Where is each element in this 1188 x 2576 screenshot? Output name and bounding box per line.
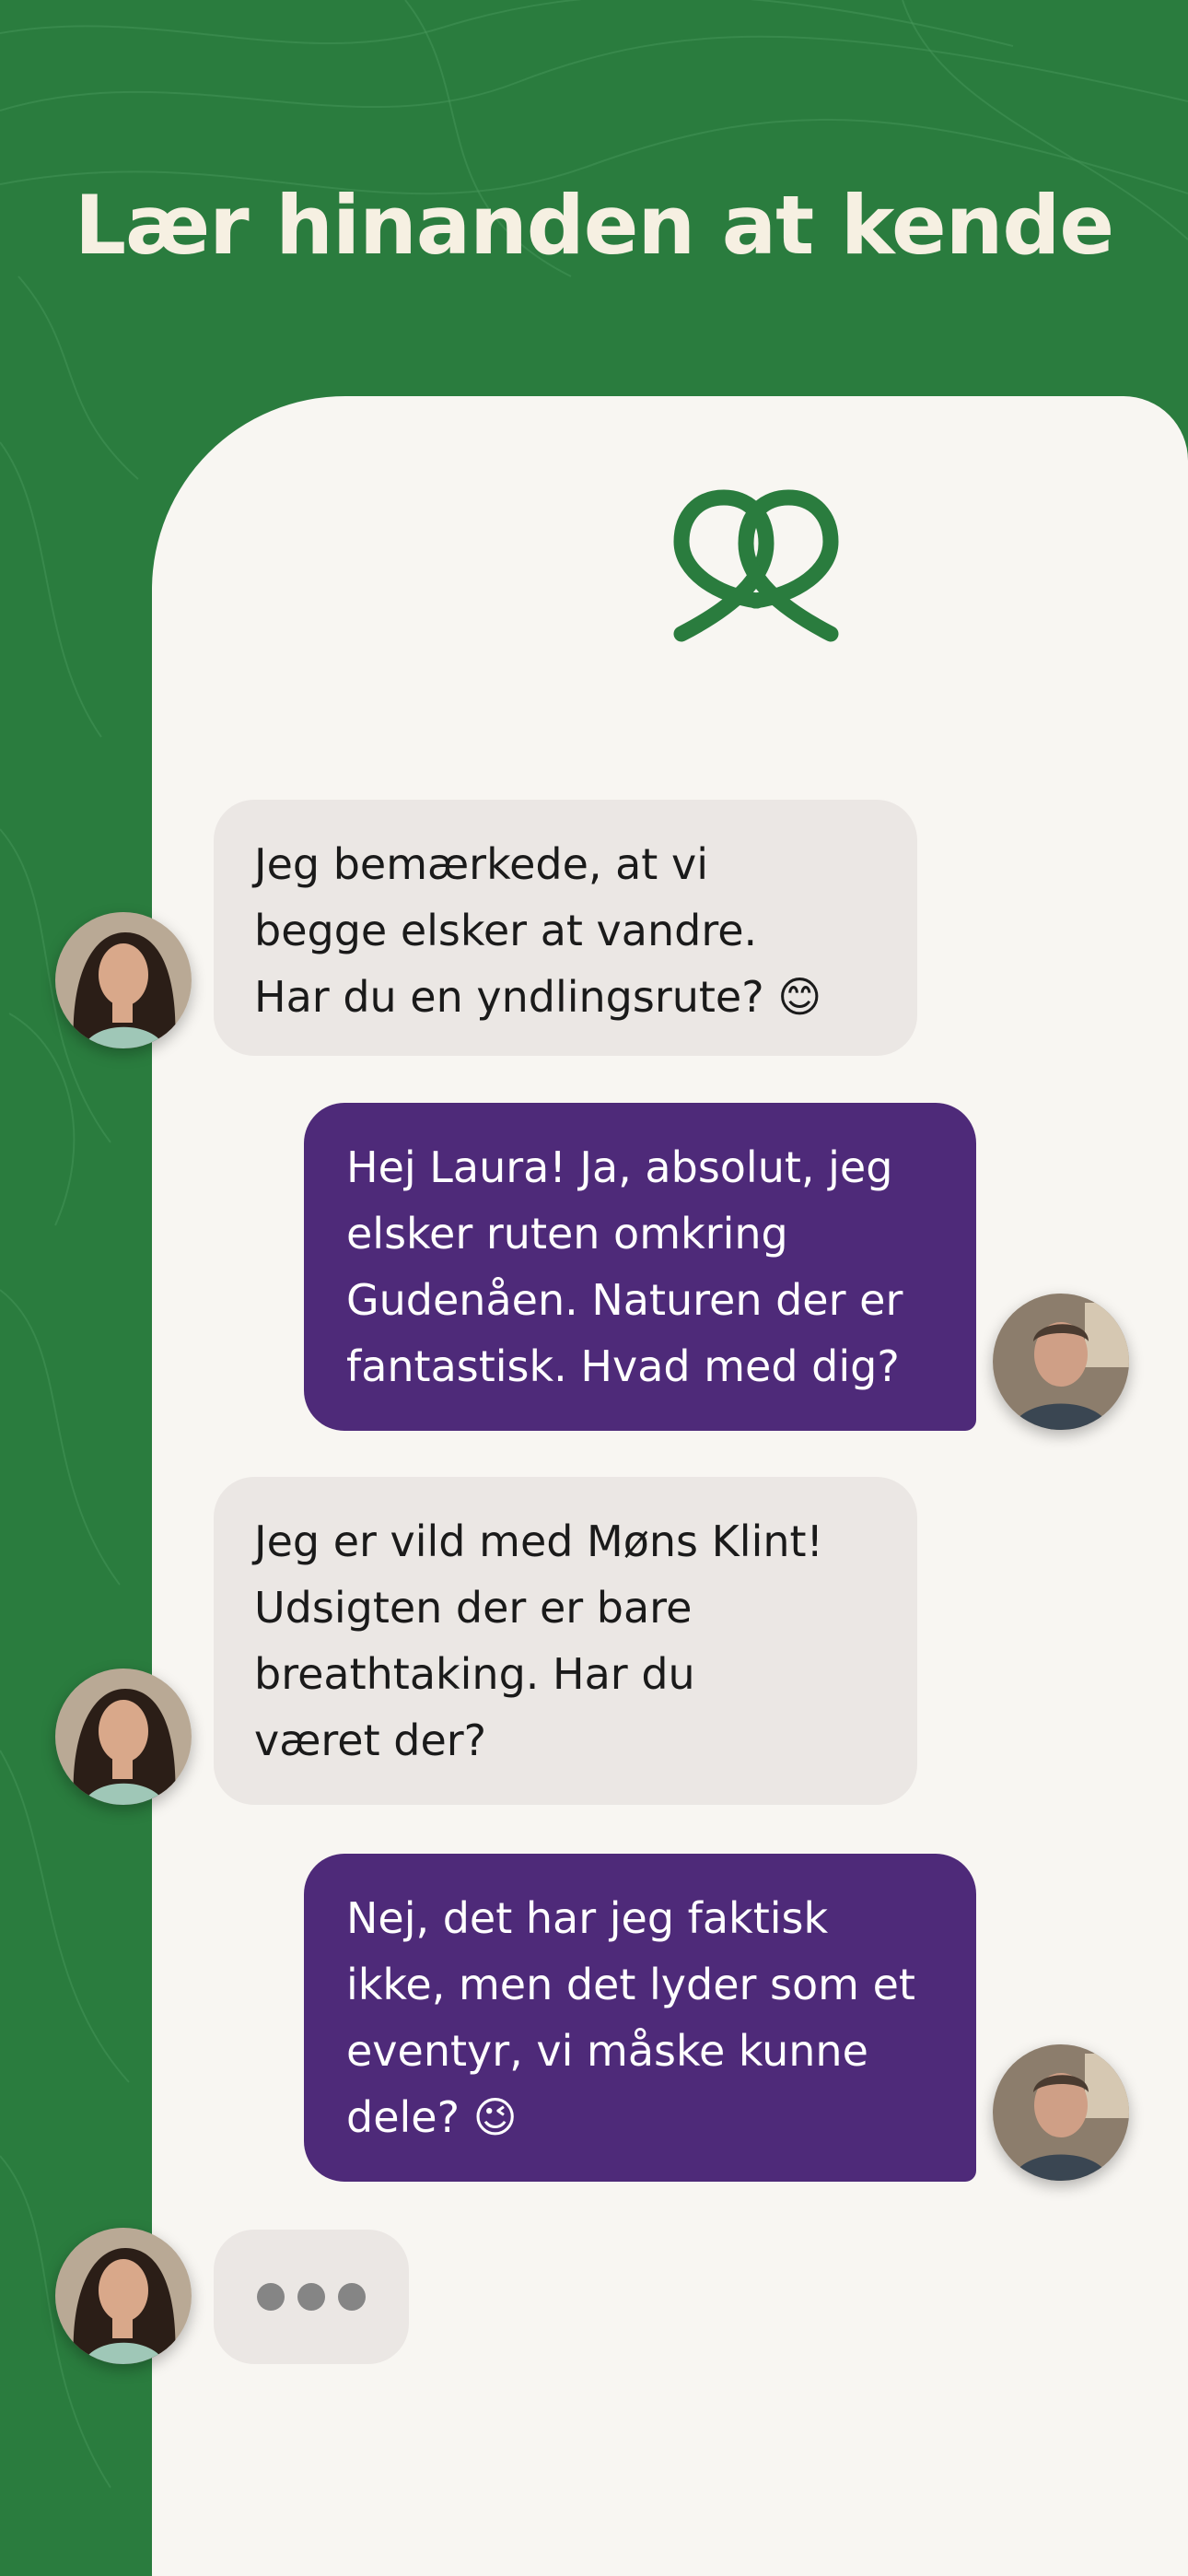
message-bubble-incoming: Jeg bemærkede, at vi begge elsker at van… [214,800,917,1056]
avatar-match[interactable] [993,1294,1129,1430]
avatar-laura[interactable] [55,1669,192,1805]
typing-indicator [214,2230,409,2364]
message-bubble-outgoing: Hej Laura! Ja, absolut, jeg elsker ruten… [304,1103,976,1431]
typing-dot [338,2283,366,2311]
message-bubble-outgoing: Nej, det har jeg faktisk ikke, men det l… [304,1854,976,2182]
avatar-laura[interactable] [55,912,192,1048]
avatar-laura[interactable] [55,2228,192,2364]
page-headline: Lær hinanden at kende [74,178,1114,273]
message-bubble-incoming: Jeg er vild med Møns Klint! Udsigten der… [214,1477,917,1805]
typing-dot [297,2283,325,2311]
heart-knot-logo-icon [673,489,839,642]
avatar-match[interactable] [993,2044,1129,2181]
typing-dot [257,2283,285,2311]
